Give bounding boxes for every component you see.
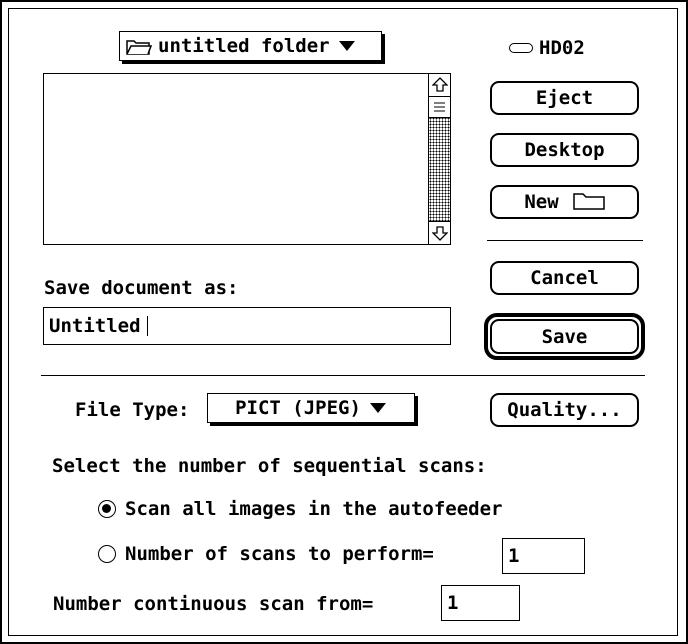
quality-button[interactable]: Quality... xyxy=(490,393,639,427)
main-divider xyxy=(41,375,645,376)
radio-number-of-scans-label: Number of scans to perform= xyxy=(125,543,434,565)
scroll-up-arrow-icon[interactable] xyxy=(429,74,450,97)
file-type-value: PICT (JPEG) xyxy=(235,397,361,419)
new-folder-button[interactable]: New xyxy=(490,185,639,219)
continuous-scan-label: Number continuous scan from= xyxy=(53,593,374,615)
cancel-button-label: Cancel xyxy=(530,267,599,289)
continuous-scan-value: 1 xyxy=(447,592,459,614)
folder-popup[interactable]: untitled folder xyxy=(119,31,382,61)
popup-arrow-icon xyxy=(338,35,356,57)
number-of-scans-value: 1 xyxy=(508,545,520,567)
folder-icon xyxy=(572,190,605,215)
radio-scan-all[interactable] xyxy=(98,500,116,518)
scroll-thumb[interactable] xyxy=(429,96,450,118)
filename-field[interactable]: Untitled xyxy=(43,307,451,345)
continuous-scan-field[interactable]: 1 xyxy=(441,585,520,621)
open-folder-icon xyxy=(126,37,153,55)
radio-selected-dot xyxy=(102,504,111,513)
volume-label: HD02 xyxy=(539,37,585,59)
file-list[interactable] xyxy=(43,73,451,245)
save-button[interactable]: Save xyxy=(490,319,639,354)
file-type-popup[interactable]: PICT (JPEG) xyxy=(207,393,415,423)
radio-number-of-scans[interactable] xyxy=(98,545,116,563)
eject-button[interactable]: Eject xyxy=(490,81,639,115)
radio-scan-all-label: Scan all images in the autofeeder xyxy=(125,498,503,520)
folder-popup-label: untitled folder xyxy=(158,35,330,57)
right-divider xyxy=(487,240,643,241)
quality-button-label: Quality... xyxy=(507,399,622,421)
desktop-button-label: Desktop xyxy=(524,139,605,161)
file-list-scrollbar[interactable] xyxy=(428,74,450,244)
desktop-button[interactable]: Desktop xyxy=(490,133,639,167)
scans-heading: Select the number of sequential scans: xyxy=(52,455,487,477)
file-type-label: File Type: xyxy=(75,399,190,421)
hard-disk-icon xyxy=(509,43,533,53)
scroll-down-arrow-icon[interactable] xyxy=(429,221,450,244)
popup-arrow-icon xyxy=(369,397,387,419)
cancel-button[interactable]: Cancel xyxy=(490,261,639,295)
number-of-scans-field[interactable]: 1 xyxy=(502,538,585,574)
filename-value: Untitled xyxy=(49,315,141,337)
text-cursor xyxy=(146,316,148,336)
eject-button-label: Eject xyxy=(535,87,594,109)
new-folder-button-label: New xyxy=(524,191,559,213)
save-as-label: Save document as: xyxy=(44,277,239,299)
save-button-label: Save xyxy=(541,325,588,348)
volume-indicator: HD02 xyxy=(509,37,585,59)
